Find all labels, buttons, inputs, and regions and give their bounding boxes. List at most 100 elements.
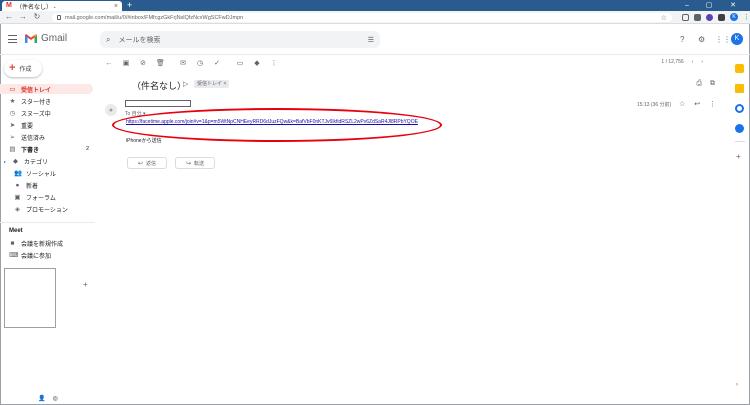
extension-icon[interactable] [718, 13, 725, 21]
lock-icon [57, 15, 61, 20]
person-icon: ● [108, 106, 114, 114]
archive-icon[interactable]: ▣ [122, 59, 130, 67]
star-icon: ★ [9, 98, 16, 105]
more-icon[interactable]: ⋮ [270, 59, 278, 67]
pager: 1 / 12,756 ‹ › [661, 59, 703, 65]
sidebar-item-label: ソーシャル [26, 171, 56, 178]
new-window-icon[interactable]: ⧉ [710, 80, 715, 88]
message-timestamp: 15:13 (36 分前) [637, 102, 672, 108]
browser-profile-avatar[interactable]: K [730, 13, 738, 21]
extension-icon[interactable] [682, 13, 689, 21]
inbox-icon: ▭ [9, 86, 16, 93]
compose-button[interactable]: + 作成 [4, 60, 42, 77]
people-icon: 👥 [14, 170, 23, 177]
move-to-icon[interactable]: ▭ [236, 59, 244, 67]
reply-icon[interactable]: ↩ [694, 100, 700, 108]
email-body-text: iPhoneから送信 [126, 138, 162, 144]
sidebar-item-sent[interactable]: ➢ 送信済み [0, 132, 93, 142]
label-icon: ◆ [13, 158, 18, 165]
sidebar-item-important[interactable]: ➤ 重要 [0, 120, 93, 130]
contacts-icon[interactable] [735, 124, 744, 133]
sidebar-item-inbox[interactable]: ▭ 受信トレイ [0, 84, 93, 94]
sidebar-item-social[interactable]: 👥 ソーシャル [0, 168, 93, 178]
forward-button[interactable]: ↪ 転送 [175, 157, 215, 169]
search-options-icon[interactable]: ☰ [368, 36, 374, 44]
sender-name-redacted [125, 100, 191, 107]
star-icon[interactable]: ☆ [679, 100, 685, 108]
message-view: ← ▣ ⊘ 🗑 ✉ ◷ ✓ ▭ ◆ ⋮ 1 / 12,756 ‹ › （件名なし… [97, 56, 723, 396]
sidebar-item-label: プロモーション [26, 207, 68, 214]
sidebar-item-starred[interactable]: ★ スター付き [0, 96, 93, 106]
subject-tools: ⎙ ⧉ [696, 80, 715, 88]
forward-arrow-icon[interactable]: → [19, 11, 27, 23]
meet-new-meeting[interactable]: ■ 会議を新規作成 [0, 238, 93, 248]
search-icon[interactable]: ⌕ [106, 35, 110, 45]
sidebar-item-forums[interactable]: ▣ フォーラム [0, 192, 93, 202]
print-icon[interactable]: ⎙ [696, 80, 702, 88]
sidebar-item-label: スヌーズ中 [21, 111, 51, 118]
next-icon[interactable]: › [701, 59, 703, 65]
back-icon[interactable]: ← [105, 60, 113, 67]
inbox-label-chip[interactable]: 受信トレイ × [194, 80, 230, 88]
label-icon[interactable]: ◆ [253, 59, 261, 67]
sidebar-item-categories[interactable]: ▸ ◆ カテゴリ [0, 156, 93, 166]
reply-button[interactable]: ↩ 返信 [127, 157, 167, 169]
chat-icon[interactable]: ◎ [52, 395, 57, 402]
browser-tabstrip: M （件名なし） - × + – ▢ ✕ [0, 0, 750, 11]
divider [735, 141, 745, 142]
add-icon[interactable]: + [83, 280, 88, 289]
back-arrow-icon[interactable]: ← [5, 11, 13, 23]
bookmark-star-icon[interactable]: ☆ [661, 14, 667, 22]
reload-icon[interactable]: ↻ [33, 11, 41, 23]
browser-menu-icon[interactable]: ⋮ [743, 13, 750, 21]
meet-item-label: 会議を新規作成 [21, 241, 64, 248]
close-window-button[interactable]: ✕ [724, 0, 742, 11]
add-task-icon[interactable]: ✓ [213, 59, 221, 67]
new-tab-button[interactable]: + [127, 0, 132, 11]
apps-grid-icon[interactable]: ⋮⋮ [715, 35, 731, 44]
extension-icon[interactable] [706, 13, 713, 21]
settings-gear-icon[interactable]: ⚙ [698, 35, 705, 44]
minimize-button[interactable]: – [678, 0, 696, 11]
delete-icon[interactable]: 🗑 [156, 59, 165, 67]
importance-marker-icon[interactable]: ▷ [183, 80, 188, 88]
sidebar-item-promotions[interactable]: ◈ プロモーション [0, 204, 93, 214]
account-avatar[interactable]: K [731, 33, 743, 45]
message-tools: ☆ ↩ ⋮ [679, 100, 716, 108]
sidebar-item-label: カテゴリ [24, 159, 49, 166]
forum-icon: ▣ [14, 194, 21, 201]
meet-join-meeting[interactable]: ⌨ 会議に参加 [0, 250, 93, 260]
draft-icon: ▤ [9, 146, 16, 153]
collapse-panel-icon[interactable]: › [736, 382, 738, 388]
browser-tab-gmail[interactable]: M （件名なし） - × [2, 1, 122, 11]
calendar-icon[interactable] [735, 64, 744, 73]
person-icon[interactable]: 👤 [38, 395, 45, 402]
search-input[interactable]: ⌕ メールを検索 ☰ [100, 31, 380, 48]
main-menu-icon[interactable] [8, 35, 17, 43]
side-panel-rail: + [731, 56, 749, 256]
gmail-logo[interactable]: Gmail [24, 33, 67, 44]
more-icon[interactable]: ⋮ [709, 100, 716, 108]
address-bar[interactable]: mail.google.com/mail/u/0/#inbox/FMfcgzGk… [52, 13, 672, 22]
maximize-button[interactable]: ▢ [700, 0, 718, 11]
extension-icon[interactable] [694, 13, 701, 21]
mark-unread-icon[interactable]: ✉ [179, 59, 187, 67]
sidebar-item-drafts[interactable]: ▤ 下書き 2 [0, 144, 93, 154]
report-spam-icon[interactable]: ⊘ [139, 59, 147, 67]
tasks-icon[interactable] [735, 104, 744, 113]
prev-icon[interactable]: ‹ [692, 59, 694, 65]
pager-text: 1 / 12,756 [661, 59, 684, 65]
help-icon[interactable]: ? [680, 35, 684, 44]
email-subject: （件名なし） [132, 81, 187, 91]
sidebar-item-snoozed[interactable]: ◷ スヌーズ中 [0, 108, 93, 118]
sidebar-item-updates[interactable]: ● 新着 [0, 180, 93, 190]
snooze-icon[interactable]: ◷ [196, 59, 204, 67]
video-camera-icon: ■ [10, 239, 15, 247]
reply-label: 返信 [146, 160, 157, 167]
keep-icon[interactable] [735, 84, 744, 93]
tab-close-icon[interactable]: × [114, 3, 118, 10]
sidebar-item-label: 受信トレイ [21, 87, 52, 94]
reply-actions: ↩ 返信 ↪ 転送 [127, 157, 215, 169]
sender-avatar: ● [105, 104, 117, 116]
add-addon-icon[interactable]: + [736, 152, 741, 161]
